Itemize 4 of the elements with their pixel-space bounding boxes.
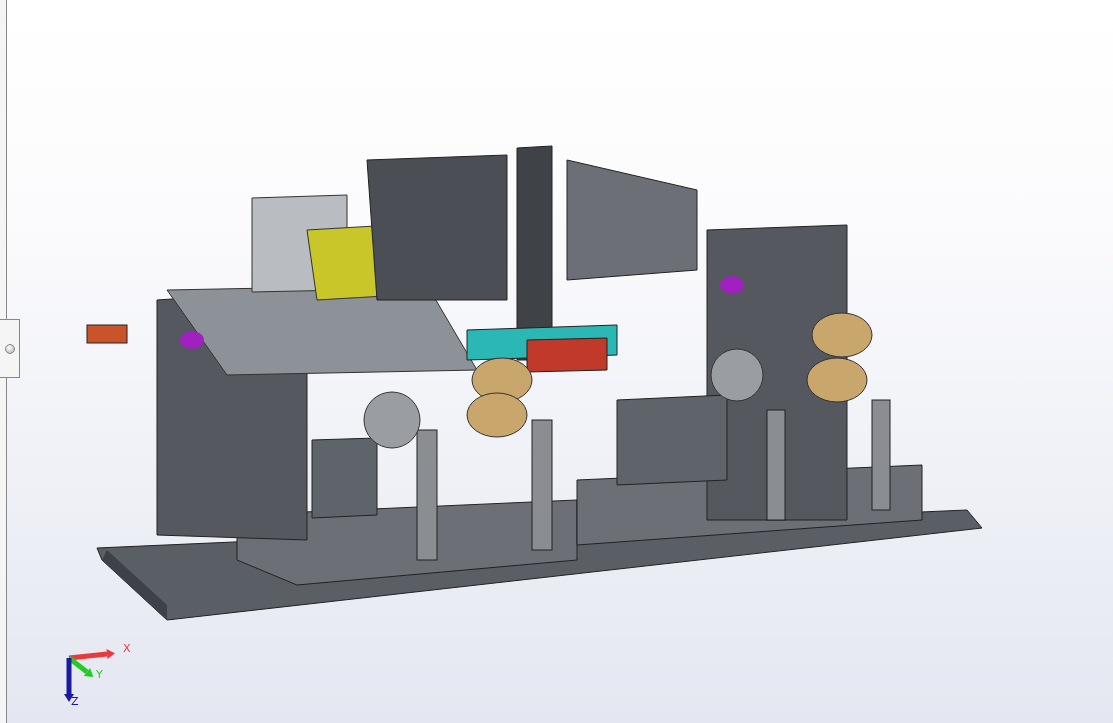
axis-label: Z xyxy=(71,695,79,708)
axis-label: Y xyxy=(96,668,103,681)
axis-label: X xyxy=(123,642,131,655)
panel-collapse-handle[interactable] xyxy=(0,319,20,378)
